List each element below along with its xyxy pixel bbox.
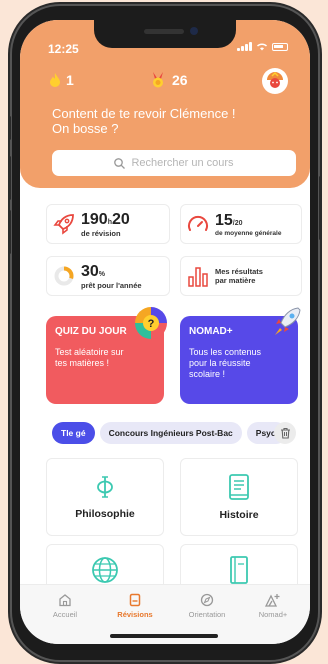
streak-counter[interactable]: 1 — [50, 72, 74, 88]
subject-histoire[interactable]: Histoire — [180, 458, 298, 536]
tab-nomad-plus[interactable]: Nomad+ — [244, 593, 302, 619]
notch — [94, 20, 236, 48]
welcome-line2: On bosse ? — [52, 121, 119, 136]
search-input[interactable]: Rechercher un cours — [52, 150, 296, 176]
compass-icon — [200, 593, 214, 607]
phi-icon — [97, 476, 113, 498]
nomad-description: Tous les contenus pour la réussite scola… — [189, 347, 262, 379]
results-by-subject-card[interactable]: Mes résultats par matière — [180, 256, 302, 296]
revision-hours: 190 — [81, 210, 108, 228]
streak-value: 1 — [66, 72, 74, 88]
average-value: 15 — [215, 211, 233, 229]
tab-label: Accueil — [52, 610, 78, 619]
subject-label: Philosophie — [75, 508, 135, 520]
year-readiness-card[interactable]: 30% prêt pour l'année — [46, 256, 170, 296]
quiz-wheel-icon: ? — [135, 307, 167, 339]
tab-orientation[interactable]: Orientation — [178, 593, 236, 619]
ready-label: prêt pour l'année — [81, 280, 142, 290]
tab-label: Nomad+ — [258, 610, 288, 619]
revisions-icon — [129, 593, 141, 607]
search-icon — [114, 157, 126, 169]
average-denominator: /20 — [232, 219, 243, 227]
tab-accueil[interactable]: Accueil — [36, 593, 94, 619]
status-icons — [237, 42, 288, 51]
bar-chart-icon — [188, 267, 208, 287]
subject-philosophie[interactable]: Philosophie — [46, 458, 164, 536]
average-label: de moyenne générale — [215, 229, 282, 237]
globe-icon — [92, 557, 118, 583]
home-indicator — [110, 634, 218, 638]
home-icon — [59, 594, 71, 607]
subject-label: Histoire — [219, 509, 259, 521]
medal-icon — [153, 72, 163, 88]
filter-chips: Tle gé Concours Ingénieurs Post-Bac Psyc… — [52, 422, 287, 444]
tab-revisions[interactable]: Révisions — [106, 593, 164, 619]
tab-label: Orientation — [188, 610, 226, 619]
avatar[interactable] — [262, 68, 288, 94]
quiz-description: Test aléatoire sur tes matières ! — [55, 347, 124, 368]
nomad-plus-icon — [265, 594, 280, 607]
results-label1: Mes résultats — [215, 267, 263, 276]
svg-text:?: ? — [148, 318, 155, 330]
status-time: 12:25 — [48, 42, 79, 56]
gauge-icon — [188, 215, 208, 231]
welcome-line1: Content de te revoir Clémence ! — [52, 106, 236, 121]
average-grade-card[interactable]: 15/20 de moyenne générale — [180, 204, 302, 244]
medals-value: 26 — [172, 72, 188, 88]
results-label2: par matière — [215, 276, 256, 285]
ready-unit: % — [98, 270, 106, 278]
trash-icon — [280, 427, 290, 439]
app-screen: 12:25 1 26 Content de te revoir Clémence… — [20, 20, 310, 644]
chip-concours-ingenieurs[interactable]: Concours Ingénieurs Post-Bac — [99, 422, 242, 444]
ready-value: 30 — [81, 262, 99, 280]
medals-counter[interactable]: 26 — [150, 72, 188, 88]
rocket-icon — [53, 214, 74, 235]
revision-time-card[interactable]: 190h20 de révision — [46, 204, 170, 244]
rocket-launch-icon — [275, 307, 301, 335]
search-placeholder: Rechercher un cours — [131, 157, 234, 169]
revision-min: 20 — [111, 210, 130, 228]
delete-button[interactable] — [274, 422, 296, 444]
user-avatar-icon — [267, 71, 283, 88]
welcome-message: Content de te revoir Clémence ! On bosse… — [52, 106, 236, 136]
flame-icon — [50, 73, 60, 87]
progress-ring-icon — [54, 266, 74, 286]
battery-icon — [272, 42, 288, 51]
chip-tle-ge[interactable]: Tle gé — [52, 422, 95, 444]
revision-label: de révision — [81, 228, 121, 238]
signal-icon — [237, 42, 252, 51]
book-icon — [229, 474, 249, 500]
wifi-icon — [256, 43, 268, 51]
tab-label: Révisions — [117, 610, 153, 619]
notebook-icon — [230, 556, 248, 584]
